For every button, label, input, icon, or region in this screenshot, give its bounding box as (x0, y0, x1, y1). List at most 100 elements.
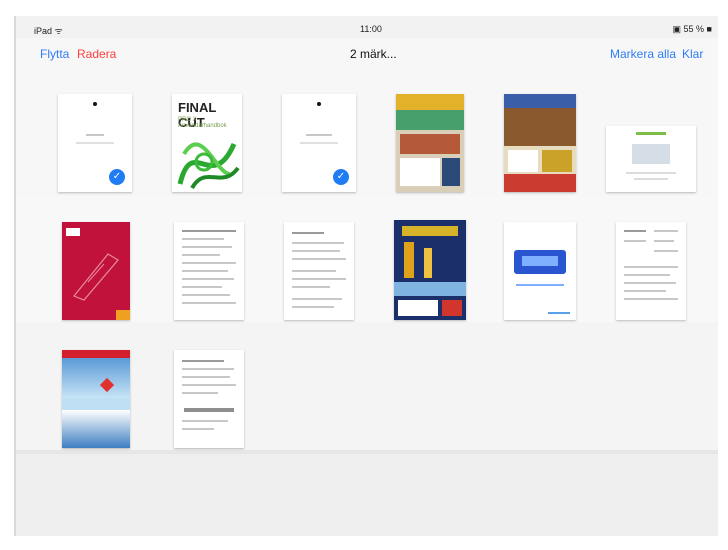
doc-line (182, 302, 236, 304)
doc-line (306, 134, 332, 136)
doc-line (654, 250, 678, 252)
sky-image (62, 358, 130, 398)
doc-line (86, 134, 104, 136)
doc-line (292, 278, 346, 280)
doc-line (292, 306, 334, 308)
doc-line (182, 392, 218, 394)
magazine-photo-small (542, 150, 572, 172)
doc-line (654, 240, 674, 242)
doc-line (182, 428, 214, 430)
book-magazine-3[interactable] (394, 220, 466, 320)
book-tech-doc[interactable] (504, 222, 576, 320)
magazine-banner (394, 282, 466, 296)
doc-line (182, 420, 228, 422)
shelf-empty-area (16, 454, 718, 536)
doc-line (182, 376, 230, 378)
book-travel-book[interactable] (62, 350, 130, 448)
done-button[interactable]: Klar (682, 47, 703, 61)
doc-line (182, 238, 224, 240)
book-text-doc-2[interactable] (284, 222, 354, 320)
doc-line (292, 250, 340, 252)
red-book-sketch (73, 253, 119, 301)
magazine-banner (396, 110, 464, 130)
doc-line (182, 360, 224, 362)
doc-line (292, 242, 344, 244)
doc-line (182, 262, 236, 264)
doc-line (624, 266, 678, 268)
mark-all-button[interactable]: Markera alla (610, 47, 676, 61)
selected-checkmark-icon: ✓ (109, 169, 125, 185)
doc-line (292, 232, 324, 234)
doc-line (182, 246, 232, 248)
clouds-image (62, 410, 130, 448)
doc-line (548, 312, 570, 314)
status-carrier: iPad ᯤ (34, 26, 63, 36)
status-bar: iPad ᯤ 11:00 ▣ 55 % ■ (16, 16, 718, 38)
doc-line (624, 240, 646, 242)
book-red-book[interactable] (62, 222, 130, 320)
doc-line (182, 384, 236, 386)
doc-line (182, 286, 222, 288)
book-text-doc-1[interactable] (174, 222, 244, 320)
doc-line (516, 284, 564, 286)
doc-line (292, 270, 336, 272)
selected-checkmark-icon: ✓ (333, 169, 349, 185)
doc-line (76, 142, 114, 144)
doc-signature-bar (184, 408, 234, 412)
book-letter-doc[interactable] (174, 350, 244, 448)
doc-line (624, 282, 676, 284)
book-final-cut-guide[interactable]: FINAL CUT PRO X · Användarhandbok (172, 94, 242, 192)
doc-line (292, 286, 330, 288)
magazine-ad (442, 300, 462, 316)
tech-image-highlight (522, 256, 558, 266)
tower-light (424, 248, 432, 278)
magazine-masthead (402, 226, 458, 236)
book-spec-doc[interactable] (616, 222, 686, 320)
magazine-footer (504, 174, 576, 192)
book-doc-6[interactable] (606, 126, 696, 192)
doc-image (632, 144, 670, 164)
doc-logo (317, 102, 321, 106)
book-doc-3[interactable]: ✓ (282, 94, 356, 192)
doc-line (292, 258, 346, 260)
doc-line (624, 298, 678, 300)
doc-line (624, 274, 670, 276)
magazine-text-box (400, 158, 440, 186)
travel-book-band (62, 350, 130, 358)
doc-line (300, 142, 338, 144)
tower-light (404, 242, 414, 278)
red-book-corner (116, 310, 130, 320)
doc-line (182, 270, 228, 272)
doc-line (624, 290, 666, 292)
doc-logo (93, 102, 97, 106)
doc-header-bar (636, 132, 666, 135)
book-magazine-1[interactable] (396, 94, 464, 192)
green-swirl-art (177, 142, 240, 190)
magazine-photo (504, 108, 576, 146)
selection-title: 2 märk... (350, 47, 397, 61)
magazine-text-box (508, 150, 538, 172)
doc-line (182, 278, 234, 280)
magazine-masthead (396, 94, 464, 110)
doc-line (292, 298, 342, 300)
status-battery: ▣ 55 % ■ (672, 24, 712, 34)
delete-button[interactable]: Radera (77, 47, 116, 61)
move-button[interactable]: Flytta (40, 47, 69, 61)
book-doc-1[interactable]: ✓ (58, 94, 132, 192)
magazine-ad (442, 158, 460, 186)
doc-line (182, 254, 220, 256)
doc-line (182, 230, 236, 232)
magazine-masthead (504, 94, 576, 108)
status-time: 11:00 (360, 24, 382, 34)
red-book-logo (66, 228, 80, 236)
magazine-text-box (398, 300, 438, 316)
doc-line (626, 172, 676, 174)
doc-line (182, 368, 234, 370)
navigation-bar: Flytta Radera 2 märk... Markera alla Kla… (16, 38, 718, 70)
doc-line (182, 294, 230, 296)
magazine-photo (400, 134, 460, 154)
doc-line (654, 230, 678, 232)
doc-line (624, 230, 646, 232)
book-magazine-2[interactable] (504, 94, 576, 192)
ibooks-screen: iPad ᯤ 11:00 ▣ 55 % ■ Flytta Radera 2 mä… (14, 16, 718, 536)
